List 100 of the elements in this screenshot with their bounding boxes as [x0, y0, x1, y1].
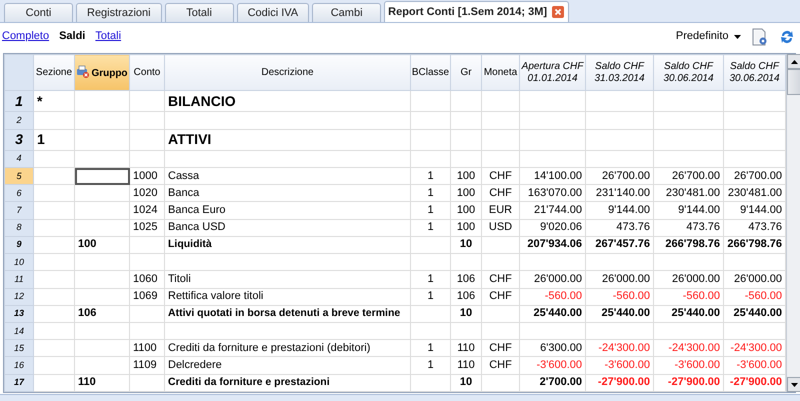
table-cell: -27'900.00 [586, 374, 654, 392]
column-header[interactable]: Conto [130, 54, 164, 90]
scroll-up-button[interactable] [787, 54, 800, 69]
table-cell: CHF [482, 340, 520, 357]
table-cell: 106 [74, 305, 130, 322]
table-cell: 110 [74, 374, 130, 392]
scroll-down-button[interactable] [787, 377, 800, 392]
table-cell: 1025 [130, 219, 164, 236]
table-cell: 1 [410, 168, 450, 185]
table-cell: 1 [410, 340, 450, 357]
table-cell: * [34, 90, 74, 112]
table-cell: 100 [450, 184, 482, 202]
row-header[interactable]: 7 [4, 202, 34, 220]
column-header[interactable]: Apertura CHF 01.01.2014 [520, 54, 586, 90]
table-cell: 6'300.00 [520, 340, 586, 357]
description-cell: Liquidità [164, 236, 410, 254]
tab[interactable]: Registrazioni [76, 3, 162, 22]
row-header[interactable]: 9 [4, 236, 34, 254]
layout-dropdown[interactable]: Predefinito [676, 28, 741, 45]
table-cell: 10 [450, 305, 482, 322]
row-header[interactable]: 5 [4, 168, 34, 185]
column-header[interactable]: Saldo CHF 31.03.2014 [586, 54, 654, 90]
view-link[interactable]: Saldi [59, 28, 86, 45]
description-cell: Banca Euro [164, 202, 410, 220]
table-cell: 26'000.00 [654, 270, 724, 288]
table-cell: 26'000.00 [586, 270, 654, 288]
table-cell: 1 [410, 356, 450, 374]
table-cell: 1020 [130, 184, 164, 202]
table-cell: 1100 [130, 340, 164, 357]
table-cell: 1069 [130, 288, 164, 306]
description-cell: BILANCIO [164, 90, 410, 112]
table-cell: 10 [450, 374, 482, 392]
table-cell: 110 [450, 340, 482, 357]
description-cell: Banca [164, 184, 410, 202]
tab[interactable]: Report Conti [1.Sem 2014; 3M] [384, 1, 570, 22]
column-header[interactable]: BClasse [410, 54, 450, 90]
row-header[interactable]: 10 [4, 254, 34, 271]
row-header[interactable]: 1 [4, 90, 34, 112]
column-header[interactable]: Sezione [34, 54, 74, 90]
description-cell: Cassa [164, 168, 410, 185]
row-header[interactable]: 14 [4, 322, 34, 340]
tab[interactable]: Conti [4, 3, 73, 22]
table-cell: 473.76 [586, 219, 654, 236]
table-cell: 1 [410, 288, 450, 306]
close-icon[interactable] [552, 6, 564, 18]
view-link[interactable]: Totali [95, 28, 122, 45]
description-cell: ATTIVI [164, 129, 410, 150]
table-cell: 106 [450, 270, 482, 288]
table-cell: 26'000.00 [520, 270, 586, 288]
scroll-down-icon [790, 382, 798, 386]
description-cell: Crediti da forniture e prestazioni (debitori) [164, 340, 410, 357]
table-cell: 1 [410, 270, 450, 288]
scroll-thumb[interactable] [787, 69, 800, 95]
tab[interactable]: Codici IVA [236, 3, 310, 22]
row-header[interactable]: 2 [4, 112, 34, 129]
description-cell: Titoli [164, 270, 410, 288]
table-cell: 1 [410, 202, 450, 220]
table-cell: 9'144.00 [586, 202, 654, 220]
table-cell: 110 [450, 356, 482, 374]
table-cell: 1 [34, 129, 74, 150]
table-cell: 231'140.00 [586, 184, 654, 202]
table-cell: 25'440.00 [654, 305, 724, 322]
table-cell: CHF [482, 270, 520, 288]
row-header[interactable]: 3 [4, 129, 34, 150]
table-cell: EUR [482, 202, 520, 220]
tab[interactable]: Cambi [312, 3, 382, 22]
row-header[interactable]: 16 [4, 356, 34, 374]
row-header[interactable]: 12 [4, 288, 34, 306]
table-cell: 267'457.76 [586, 236, 654, 254]
row-header[interactable]: 11 [4, 270, 34, 288]
table-cell: 207'934.06 [520, 236, 586, 254]
row-header[interactable]: 8 [4, 219, 34, 236]
table-cell: -3'600.00 [520, 356, 586, 374]
table-cell: -560.00 [654, 288, 724, 306]
table-cell: USD [482, 219, 520, 236]
cell-cursor[interactable] [74, 168, 130, 185]
column-header[interactable]: Gr [450, 54, 482, 90]
row-header[interactable]: 4 [4, 150, 34, 168]
table-cell: CHF [482, 184, 520, 202]
table-cell: 1024 [130, 202, 164, 220]
table-cell: 100 [450, 219, 482, 236]
row-header[interactable]: 13 [4, 305, 34, 322]
table-cell: 10 [450, 236, 482, 254]
column-header[interactable]: Saldo CHF 30.06.2014 [724, 54, 786, 90]
view-link[interactable]: Completo [2, 28, 50, 45]
tab[interactable]: Totali [164, 3, 234, 22]
table-cell: 21'744.00 [520, 202, 586, 220]
column-header[interactable]: Descrizione [164, 54, 410, 90]
column-header[interactable]: Saldo CHF 30.06.2014 [654, 54, 724, 90]
row-header[interactable]: 17 [4, 374, 34, 392]
column-header[interactable]: Moneta [482, 54, 520, 90]
page-settings-icon[interactable] [752, 28, 768, 46]
table-cell: -3'600.00 [654, 356, 724, 374]
row-header[interactable]: 15 [4, 340, 34, 357]
row-header[interactable]: 6 [4, 184, 34, 202]
table-cell: 1000 [130, 168, 164, 185]
table-cell: 230'481.00 [654, 184, 724, 202]
table-cell: -560.00 [520, 288, 586, 306]
table-cell: 100 [450, 168, 482, 185]
column-header[interactable]: Gruppo [74, 54, 130, 90]
